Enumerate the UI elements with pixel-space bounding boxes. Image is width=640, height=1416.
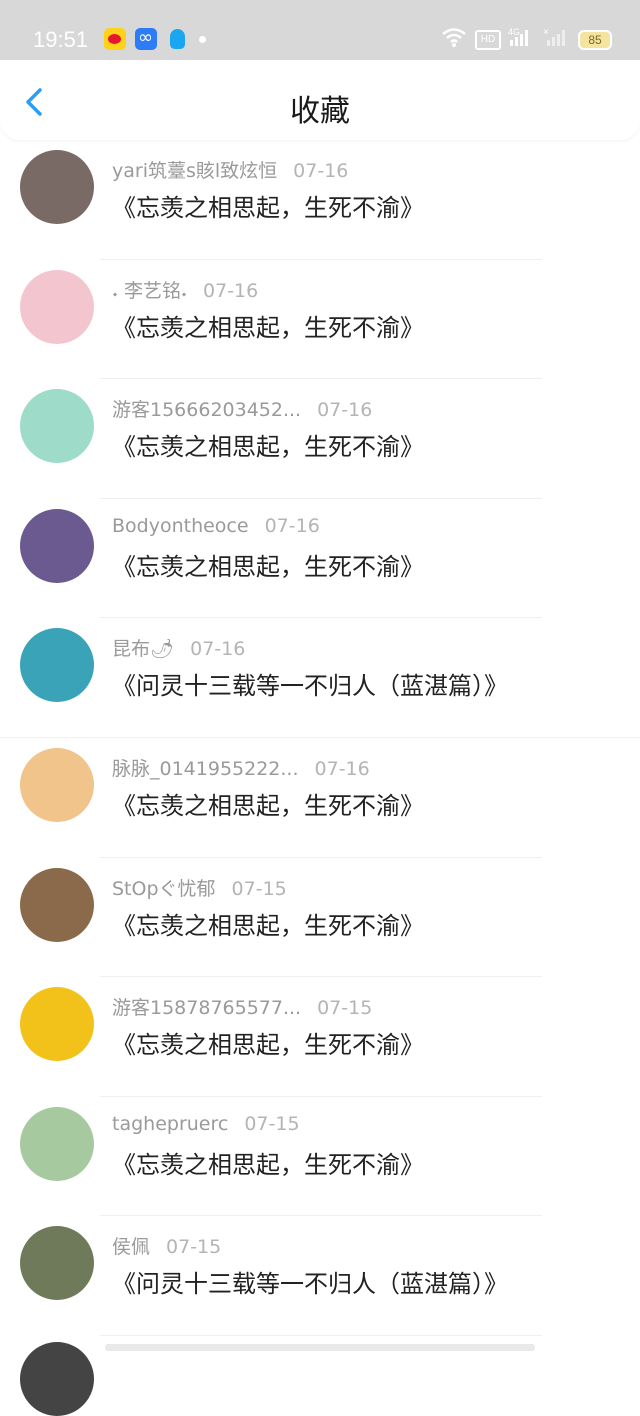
avatar[interactable]: [20, 747, 94, 822]
favorite-item[interactable]: 昆布🌶 07-16 《问灵十三载等一不归人（蓝湛篇）》: [0, 618, 640, 738]
story-title[interactable]: 《忘羡之相思起，生死不渝》: [112, 906, 424, 941]
svg-text:4G: 4G: [508, 27, 520, 37]
favorite-item[interactable]: 侯佩 07-15 《问灵十三载等一不归人（蓝湛篇）》: [0, 1216, 640, 1336]
avatar[interactable]: [20, 389, 94, 464]
battery-icon: 85: [578, 30, 612, 50]
avatar[interactable]: [20, 150, 94, 224]
username: 𝆺 李艺铭𝆺: [112, 279, 188, 302]
story-title[interactable]: 《忘羡之相思起，生死不渝》: [112, 427, 424, 462]
favorite-item[interactable]: StOpぐ忧郁 07-15 《忘羡之相思起，生死不渝》: [0, 858, 640, 978]
favorite-item[interactable]: 脉脉_0141955222... 07-16 《忘羡之相思起，生死不渝》: [0, 738, 640, 858]
story-title[interactable]: 《问灵十三载等一不归人（蓝湛篇）》: [112, 666, 508, 701]
username: taghepruerc: [112, 1112, 229, 1135]
favorite-item[interactable]: 𝆺 李艺铭𝆺 07-16 《忘羡之相思起，生死不渝》: [0, 260, 640, 380]
svg-text:×: ×: [543, 27, 549, 38]
username: 脉脉_0141955222...: [112, 757, 299, 780]
favorites-list: yari筑薹s賅l致炫恒 07-16 《忘羡之相思起，生死不渝》 𝆺 李艺铭𝆺 07…: [0, 140, 640, 1336]
favorite-item[interactable]: yari筑薹s賅l致炫恒 07-16 《忘羡之相思起，生死不渝》: [0, 140, 640, 260]
avatar[interactable]: [20, 508, 94, 583]
item-date: 07-15: [244, 1112, 300, 1135]
loading-placeholder: [105, 1344, 535, 1351]
username: 侯佩: [112, 1236, 151, 1259]
partial-favorite-item: [0, 1336, 640, 1416]
item-meta: Bodyontheoce 07-16: [112, 515, 320, 537]
item-meta: yari筑薹s賅l致炫恒 07-16: [112, 156, 348, 183]
username: Bodyontheoce: [112, 514, 249, 537]
weibo-icon: [104, 28, 126, 50]
item-date: 07-15: [317, 997, 373, 1020]
item-meta: StOpぐ忧郁 07-15: [112, 874, 287, 901]
avatar[interactable]: [20, 987, 94, 1062]
item-date: 07-15: [231, 877, 287, 900]
avatar[interactable]: [20, 1106, 94, 1181]
item-date: 07-16: [203, 279, 259, 302]
item-date: 07-15: [166, 1236, 222, 1259]
avatar: [20, 1342, 94, 1416]
item-meta: 游客15878765577... 07-15: [112, 993, 372, 1020]
item-meta: taghepruerc 07-15: [112, 1113, 300, 1135]
story-title[interactable]: 《忘羡之相思起，生死不渝》: [112, 188, 424, 223]
qq-icon: [167, 28, 189, 50]
username: StOpぐ忧郁: [112, 877, 216, 900]
username: yari筑薹s賅l致炫恒: [112, 160, 278, 182]
item-meta: 游客15666203452... 07-16: [112, 395, 372, 422]
favorite-item[interactable]: Bodyontheoce 07-16 《忘羡之相思起，生死不渝》: [0, 499, 640, 619]
favorite-item[interactable]: 游客15878765577... 07-15 《忘羡之相思起，生死不渝》: [0, 977, 640, 1097]
story-title[interactable]: 《忘羡之相思起，生死不渝》: [112, 786, 424, 821]
signal-empty-icon: ×: [543, 27, 565, 46]
cloud-app-icon: [135, 27, 157, 50]
item-date: 07-16: [317, 399, 373, 422]
story-title[interactable]: 《忘羡之相思起，生死不渝》: [112, 547, 424, 582]
item-meta: 昆布🌶 07-16: [112, 634, 245, 661]
wifi-icon: [442, 28, 466, 47]
favorite-item[interactable]: 游客15666203452... 07-16 《忘羡之相思起，生死不渝》: [0, 379, 640, 499]
header-bar: 收藏: [0, 60, 640, 140]
avatar[interactable]: [20, 628, 94, 703]
item-date: 07-16: [293, 160, 349, 182]
story-title[interactable]: 《问灵十三载等一不归人（蓝湛篇）》: [112, 1264, 508, 1299]
story-title[interactable]: 《忘羡之相思起，生死不渝》: [112, 1145, 424, 1180]
avatar[interactable]: [20, 1226, 94, 1301]
item-date: 07-16: [314, 757, 370, 780]
story-title[interactable]: 《忘羡之相思起，生死不渝》: [112, 308, 424, 343]
avatar[interactable]: [20, 867, 94, 942]
item-date: 07-16: [264, 514, 320, 537]
favorite-item[interactable]: taghepruerc 07-15 《忘羡之相思起，生死不渝》: [0, 1097, 640, 1217]
avatar[interactable]: [20, 269, 94, 344]
item-meta: 脉脉_0141955222... 07-16: [112, 754, 370, 781]
notification-dot-icon: [199, 36, 206, 43]
username: 昆布🌶: [112, 638, 175, 661]
username: 游客15878765577...: [112, 997, 302, 1020]
item-meta: 𝆺 李艺铭𝆺 07-16: [112, 276, 258, 303]
item-date: 07-16: [190, 638, 246, 661]
signal-icon: 4G: [508, 27, 528, 46]
status-bar: 19:51 HD 4G × 85: [0, 0, 640, 60]
status-time: 19:51: [33, 27, 89, 52]
item-meta: 侯佩 07-15: [112, 1232, 221, 1259]
page-title: 收藏: [290, 94, 350, 129]
story-title[interactable]: 《忘羡之相思起，生死不渝》: [112, 1025, 424, 1060]
username: 游客15666203452...: [112, 399, 302, 422]
hd-badge-icon: HD: [475, 30, 501, 50]
